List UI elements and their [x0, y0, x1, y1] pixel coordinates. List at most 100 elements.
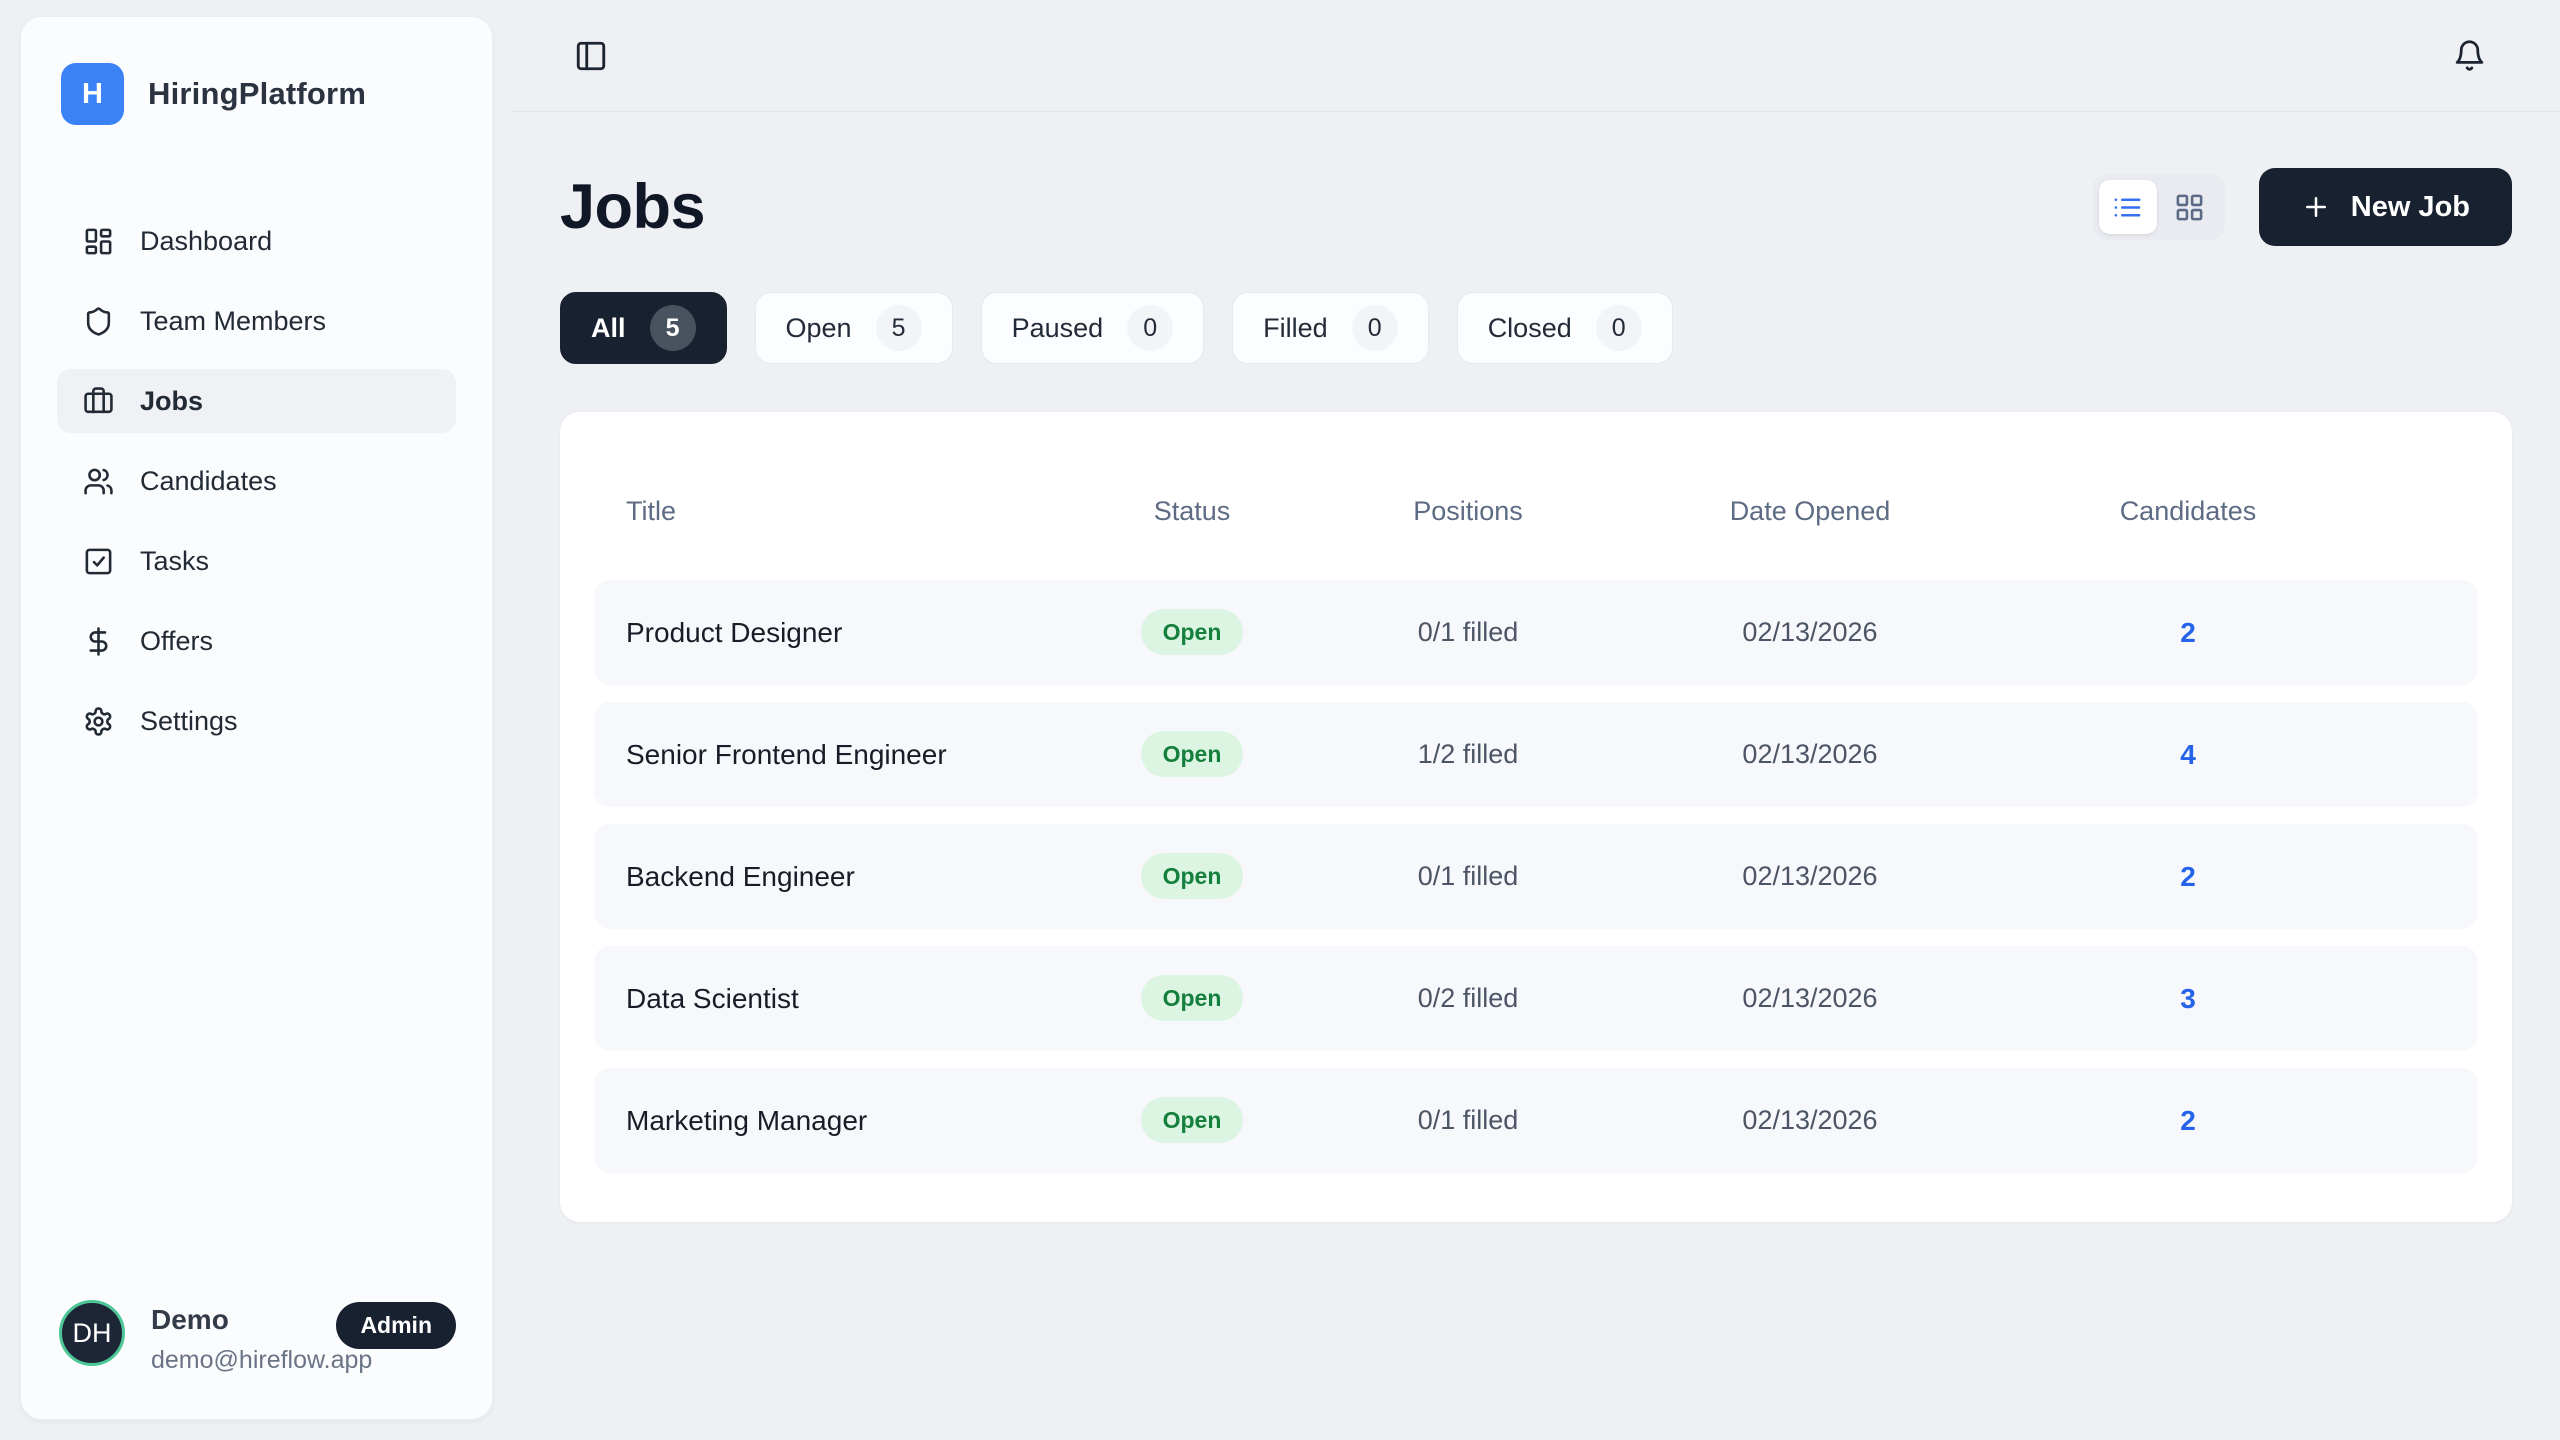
- sidebar: H HiringPlatform Dashboard Team Members …: [20, 16, 493, 1420]
- sidebar-item-dashboard[interactable]: Dashboard: [57, 209, 456, 273]
- sidebar-item-label: Tasks: [140, 546, 209, 577]
- head-controls: New Job: [2093, 168, 2512, 246]
- sidebar-item-team-members[interactable]: Team Members: [57, 289, 456, 353]
- filter-count-badge: 5: [876, 305, 922, 351]
- status-badge: Open: [1141, 1097, 1244, 1143]
- positions-cell: 0/2 filled: [1418, 983, 1519, 1014]
- shield-icon: [83, 306, 114, 337]
- new-job-label: New Job: [2351, 191, 2470, 224]
- job-title: Marketing Manager: [594, 1105, 1044, 1137]
- sidebar-item-label: Team Members: [140, 306, 326, 337]
- date-opened-cell: 02/13/2026: [1742, 617, 1877, 648]
- page-head: Jobs: [560, 168, 2512, 246]
- positions-cell: 1/2 filled: [1418, 739, 1519, 770]
- square-check-icon: [83, 546, 114, 577]
- sidebar-item-jobs[interactable]: Jobs: [57, 369, 456, 433]
- positions-cell: 0/1 filled: [1418, 617, 1519, 648]
- briefcase-icon: [83, 386, 114, 417]
- app-logo: H: [61, 63, 124, 125]
- app-brand: H HiringPlatform: [57, 63, 456, 125]
- job-title: Product Designer: [594, 617, 1044, 649]
- table-row[interactable]: Product Designer Open 0/1 filled 02/13/2…: [594, 580, 2478, 685]
- list-view-button[interactable]: [2099, 180, 2157, 234]
- status-badge: Open: [1141, 609, 1244, 655]
- filter-tab-all[interactable]: All 5: [560, 292, 727, 364]
- filter-tab-filled[interactable]: Filled 0: [1232, 292, 1429, 364]
- table-row[interactable]: Backend Engineer Open 0/1 filled 02/13/2…: [594, 824, 2478, 929]
- topbar: [512, 0, 2560, 112]
- grid-view-button[interactable]: [2161, 180, 2219, 234]
- candidates-count[interactable]: 2: [2180, 861, 2196, 893]
- view-toggle: [2093, 174, 2225, 240]
- sidebar-item-label: Offers: [140, 626, 213, 657]
- column-header-title: Title: [594, 496, 676, 527]
- sidebar-user-card[interactable]: DH Demo demo@hireflow.app Admin: [57, 1300, 456, 1375]
- avatar: DH: [59, 1300, 125, 1366]
- date-opened-cell: 02/13/2026: [1742, 983, 1877, 1014]
- job-title: Senior Frontend Engineer: [594, 739, 1044, 771]
- filter-count-badge: 0: [1127, 305, 1173, 351]
- filter-label: Closed: [1488, 313, 1572, 344]
- table-header: Title Status Positions Date Opened Candi…: [594, 412, 2478, 538]
- plus-icon: [2301, 192, 2331, 222]
- filter-count-badge: 0: [1596, 305, 1642, 351]
- status-badge: Open: [1141, 853, 1244, 899]
- column-header-status: Status: [1154, 496, 1231, 527]
- filter-count-badge: 0: [1352, 305, 1398, 351]
- bell-icon: [2453, 39, 2486, 72]
- sidebar-nav: Dashboard Team Members Jobs Candidates T…: [57, 209, 456, 753]
- job-title: Backend Engineer: [594, 861, 1044, 893]
- filter-label: All: [591, 313, 626, 344]
- filter-tab-paused[interactable]: Paused 0: [981, 292, 1205, 364]
- layout-dashboard-icon: [83, 226, 114, 257]
- filter-tab-closed[interactable]: Closed 0: [1457, 292, 1673, 364]
- sidebar-item-label: Candidates: [140, 466, 277, 497]
- candidates-count[interactable]: 2: [2180, 617, 2196, 649]
- status-badge: Open: [1141, 731, 1244, 777]
- date-opened-cell: 02/13/2026: [1742, 861, 1877, 892]
- role-badge: Admin: [336, 1302, 456, 1349]
- candidates-count[interactable]: 4: [2180, 739, 2196, 771]
- layout-grid-icon: [2174, 192, 2205, 223]
- dollar-sign-icon: [83, 626, 114, 657]
- gear-icon: [83, 706, 114, 737]
- positions-cell: 0/1 filled: [1418, 1105, 1519, 1136]
- column-header-date-opened: Date Opened: [1730, 496, 1891, 527]
- column-header-candidates: Candidates: [2120, 496, 2257, 527]
- sidebar-item-offers[interactable]: Offers: [57, 609, 456, 673]
- filter-label: Paused: [1012, 313, 1104, 344]
- filter-tab-open[interactable]: Open 5: [755, 292, 953, 364]
- main-area: Jobs: [512, 0, 2560, 1440]
- table-row[interactable]: Marketing Manager Open 0/1 filled 02/13/…: [594, 1068, 2478, 1173]
- filter-label: Open: [786, 313, 852, 344]
- sidebar-item-candidates[interactable]: Candidates: [57, 449, 456, 513]
- positions-cell: 0/1 filled: [1418, 861, 1519, 892]
- content: Jobs: [512, 168, 2560, 1222]
- sidebar-toggle-button[interactable]: [574, 39, 608, 73]
- table-row[interactable]: Data Scientist Open 0/2 filled 02/13/202…: [594, 946, 2478, 1051]
- jobs-table: Title Status Positions Date Opened Candi…: [560, 412, 2512, 1222]
- sidebar-item-label: Jobs: [140, 386, 203, 417]
- candidates-count[interactable]: 3: [2180, 983, 2196, 1015]
- list-icon: [2112, 192, 2143, 223]
- sidebar-item-label: Dashboard: [140, 226, 272, 257]
- table-row[interactable]: Senior Frontend Engineer Open 1/2 filled…: [594, 702, 2478, 807]
- page-title: Jobs: [560, 171, 705, 243]
- date-opened-cell: 02/13/2026: [1742, 1105, 1877, 1136]
- user-email: demo@hireflow.app: [151, 1346, 372, 1375]
- status-filter-tabs: All 5 Open 5 Paused 0 Filled 0 Closed 0: [560, 292, 2512, 364]
- column-header-positions: Positions: [1413, 496, 1523, 527]
- app-title: HiringPlatform: [148, 76, 366, 112]
- filter-count-badge: 5: [650, 305, 696, 351]
- new-job-button[interactable]: New Job: [2259, 168, 2512, 246]
- date-opened-cell: 02/13/2026: [1742, 739, 1877, 770]
- notifications-button[interactable]: [2453, 39, 2486, 72]
- filter-label: Filled: [1263, 313, 1328, 344]
- job-title: Data Scientist: [594, 983, 1044, 1015]
- table-body: Product Designer Open 0/1 filled 02/13/2…: [594, 580, 2478, 1173]
- sidebar-item-settings[interactable]: Settings: [57, 689, 456, 753]
- panel-left-icon: [574, 39, 608, 73]
- status-badge: Open: [1141, 975, 1244, 1021]
- sidebar-item-tasks[interactable]: Tasks: [57, 529, 456, 593]
- candidates-count[interactable]: 2: [2180, 1105, 2196, 1137]
